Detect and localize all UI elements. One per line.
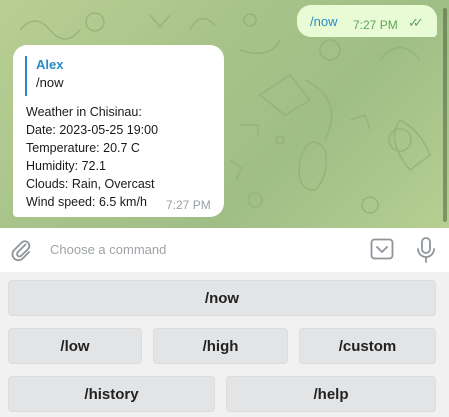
command-button-custom[interactable]: /custom bbox=[299, 328, 436, 364]
message-line: Temperature: 20.7 C bbox=[26, 141, 140, 155]
command-button-history[interactable]: /history bbox=[8, 376, 215, 412]
paperclip-icon[interactable] bbox=[9, 238, 33, 262]
reply-text: /now bbox=[36, 75, 64, 90]
message-line: Wind speed: 6.5 km/h bbox=[26, 195, 147, 209]
outgoing-message-time: 7:27 PM bbox=[353, 18, 398, 32]
bot-command-keyboard: /now /low /high /custom /history /help bbox=[0, 272, 449, 417]
incoming-message-time: 7:27 PM bbox=[166, 198, 211, 212]
chat-area: /now 7:27 PM ✓✓ Alex /now Weather in Chi… bbox=[0, 0, 449, 228]
message-line: Clouds: Rain, Overcast bbox=[26, 177, 155, 191]
microphone-icon[interactable] bbox=[414, 236, 438, 264]
command-button-now[interactable]: /now bbox=[8, 280, 436, 316]
message-body: Weather in Chisinau: Date: 2023-05-25 19… bbox=[26, 103, 158, 211]
reply-quote[interactable]: Alex /now bbox=[25, 56, 205, 96]
message-input-bar: Choose a command bbox=[0, 228, 449, 273]
command-button-help[interactable]: /help bbox=[226, 376, 436, 412]
message-line: Weather in Chisinau: bbox=[26, 105, 142, 119]
chat-scrollbar[interactable] bbox=[443, 8, 447, 222]
command-button-low[interactable]: /low bbox=[8, 328, 142, 364]
message-line: Humidity: 72.1 bbox=[26, 159, 106, 173]
command-button-high[interactable]: /high bbox=[153, 328, 288, 364]
outgoing-message[interactable]: /now 7:27 PM ✓✓ bbox=[297, 5, 437, 37]
bot-keyboard-toggle-icon[interactable] bbox=[369, 236, 395, 262]
message-line: Date: 2023-05-25 19:00 bbox=[26, 123, 159, 137]
incoming-message[interactable]: Alex /now Weather in Chisinau: Date: 202… bbox=[13, 45, 224, 217]
reply-author: Alex bbox=[36, 57, 64, 72]
double-check-icon: ✓✓ bbox=[408, 15, 424, 30]
command-input[interactable]: Choose a command bbox=[50, 242, 166, 257]
outgoing-message-text: /now bbox=[310, 14, 338, 29]
